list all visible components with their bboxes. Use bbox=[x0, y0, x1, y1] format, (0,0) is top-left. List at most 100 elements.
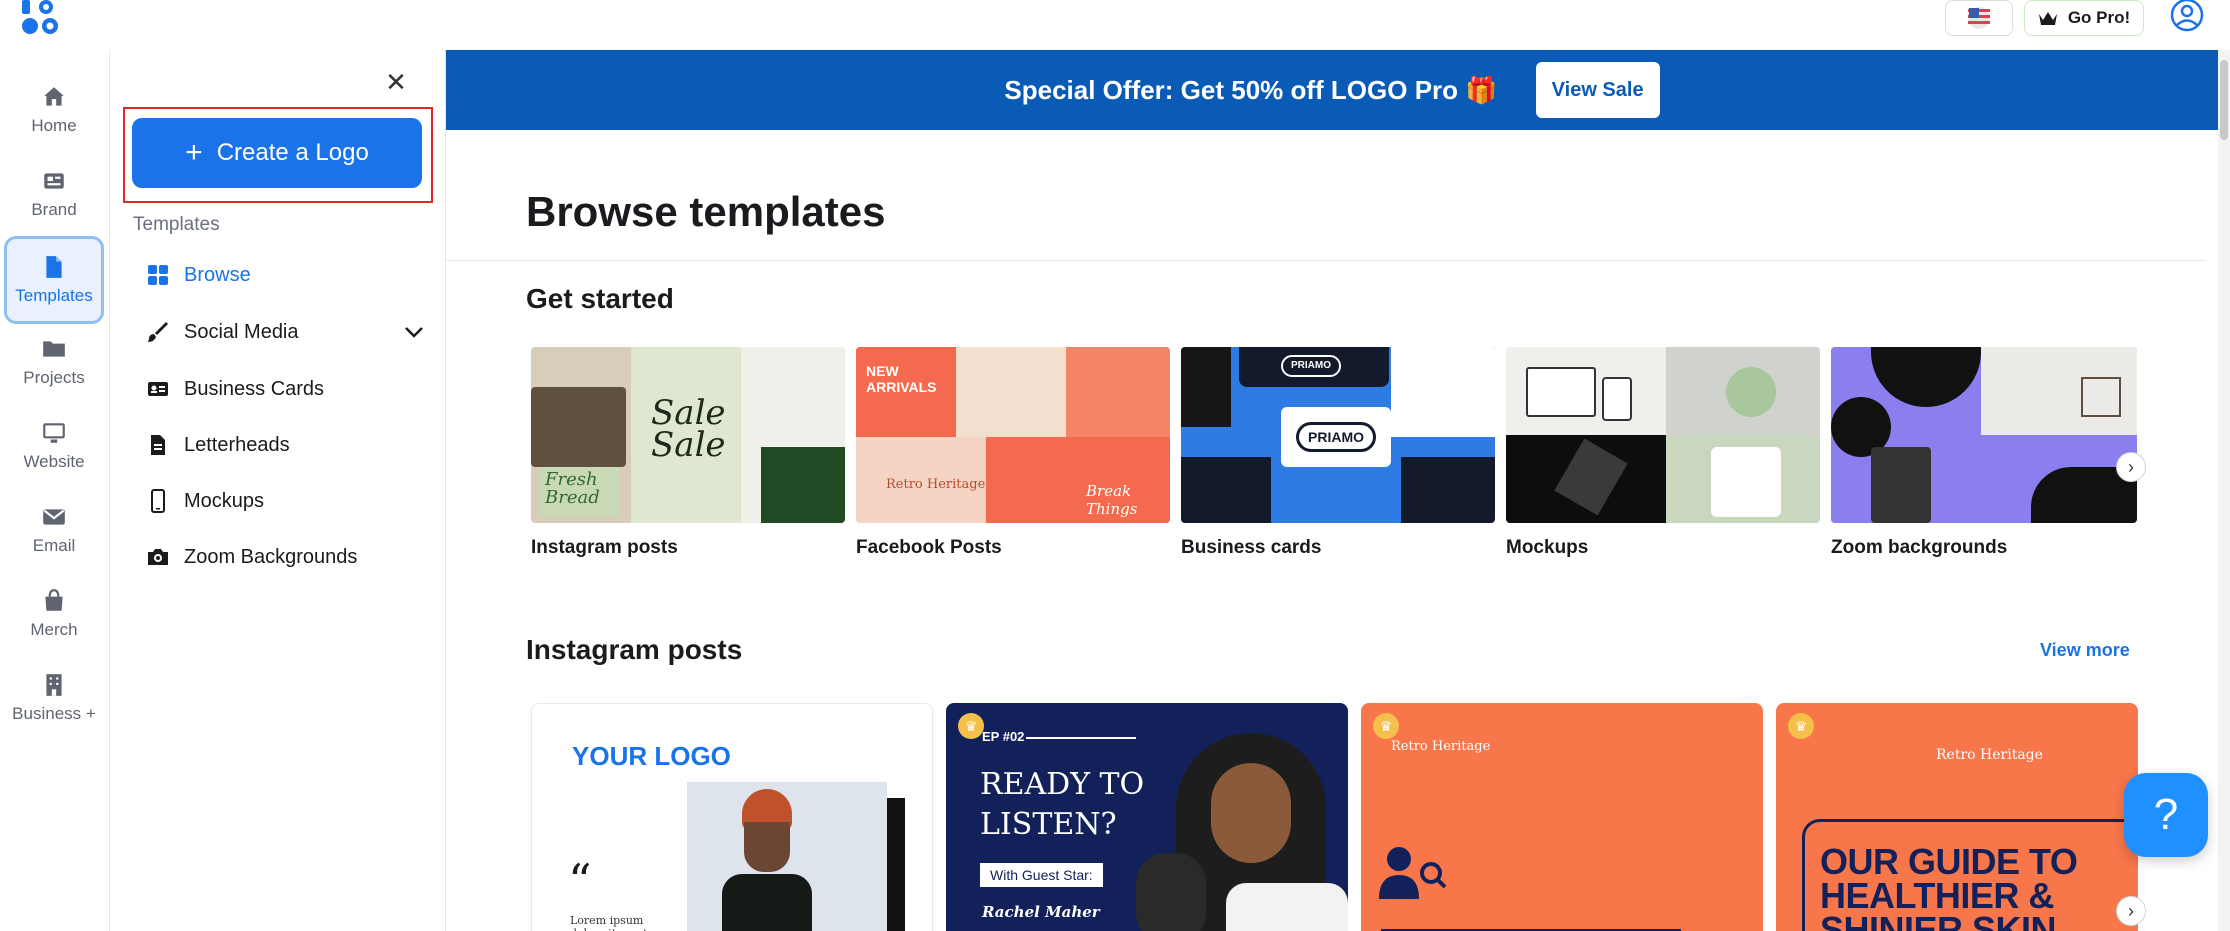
help-button[interactable]: ? bbox=[2124, 773, 2208, 857]
ig-template-card[interactable]: ♛ Retro Heritage bbox=[1361, 703, 1763, 931]
promo-banner: Special Offer: Get 50% off LOGO Pro 🎁 Vi… bbox=[446, 50, 2218, 130]
template-headline: READY TO LISTEN? bbox=[980, 767, 1145, 842]
carousel-next-icon[interactable]: › bbox=[2116, 452, 2146, 482]
rail-label: Templates bbox=[15, 286, 93, 305]
card-thumbnail: NEW ARRIVALS Retro Heritage Break Things bbox=[856, 347, 1170, 523]
building-icon bbox=[46, 674, 62, 696]
main-content: Special Offer: Get 50% off LOGO Pro 🎁 Vi… bbox=[446, 50, 2230, 931]
view-more-link[interactable]: View more bbox=[2040, 640, 2130, 661]
monitor-icon bbox=[43, 423, 65, 443]
card-facebook-posts[interactable]: NEW ARRIVALS Retro Heritage Break Things … bbox=[856, 347, 1170, 559]
top-bar: Go Pro! bbox=[0, 0, 2230, 50]
rail-item-templates[interactable]: Templates bbox=[4, 236, 104, 324]
page-scrollbar[interactable] bbox=[2218, 50, 2230, 931]
phone-icon bbox=[151, 489, 165, 513]
card-thumbnail bbox=[1506, 347, 1820, 523]
sidebar-item-label: Letterheads bbox=[184, 433, 290, 456]
shopping-bag-icon bbox=[45, 589, 63, 611]
sidebar-item-browse[interactable]: Browse bbox=[146, 255, 426, 295]
divider bbox=[446, 260, 2206, 261]
us-flag-icon bbox=[1968, 7, 1990, 29]
rail-item-home[interactable]: Home bbox=[4, 70, 104, 150]
close-icon[interactable]: ✕ bbox=[384, 69, 408, 95]
sidebar-item-label: Business Cards bbox=[184, 377, 325, 400]
id-card-icon bbox=[148, 382, 168, 396]
sidebar-item-label: Social Media bbox=[184, 320, 299, 343]
template-headline: OUR GUIDE TO HEALTHIER & SHINIER SKIN bbox=[1820, 841, 2078, 931]
home-icon bbox=[44, 87, 64, 106]
template-name: Rachel Maher bbox=[982, 903, 1100, 921]
view-sale-button[interactable]: View Sale bbox=[1535, 62, 1660, 118]
go-pro-label: Go Pro! bbox=[2067, 8, 2131, 27]
rail-label: Brand bbox=[31, 200, 77, 219]
template-body: Lorem ipsum dolor sit amet bbox=[570, 914, 648, 931]
crown-icon bbox=[2038, 12, 2057, 25]
ig-template-card[interactable]: ♛ EP #02 READY TO LISTEN? With Guest Sta… bbox=[946, 703, 1348, 931]
sidebar-item-label: Zoom Backgrounds bbox=[184, 545, 358, 568]
go-pro-button[interactable]: Go Pro! bbox=[2024, 0, 2144, 36]
sidebar-item-letterheads[interactable]: Letterheads bbox=[146, 425, 426, 465]
rail-item-merch[interactable]: Merch bbox=[4, 574, 104, 654]
user-avatar[interactable] bbox=[2168, 0, 2208, 34]
file-icon bbox=[151, 435, 165, 455]
card-thumbnail: Sale Sale Fresh Bread bbox=[531, 347, 845, 523]
card-label: Instagram posts bbox=[531, 537, 678, 558]
rail-item-business[interactable]: Business + bbox=[4, 658, 104, 738]
card-label: Mockups bbox=[1506, 537, 1589, 558]
template-headline: YOUR LOGO bbox=[572, 741, 731, 771]
create-logo-button[interactable]: + Create a Logo bbox=[132, 118, 422, 188]
sidebar-item-label: Browse bbox=[184, 263, 251, 286]
card-zoom-backgrounds[interactable]: Zoom backgrounds bbox=[1831, 347, 2137, 559]
rail-item-projects[interactable]: Projects bbox=[4, 322, 104, 402]
promo-text: Special Offer: Get 50% off LOGO Pro 🎁 bbox=[1004, 74, 1498, 105]
envelope-icon bbox=[43, 509, 65, 525]
rail-item-website[interactable]: Website bbox=[4, 406, 104, 486]
language-flag-button[interactable] bbox=[1945, 0, 2013, 36]
scrollbar-thumb[interactable] bbox=[2220, 60, 2228, 140]
sidebar-item-zoom-backgrounds[interactable]: Zoom Backgrounds bbox=[146, 537, 426, 577]
chevron-down-icon[interactable] bbox=[402, 320, 426, 344]
rail-label: Website bbox=[23, 452, 85, 471]
sidebar-item-label: Mockups bbox=[184, 489, 265, 512]
card-label: Facebook Posts bbox=[856, 537, 1002, 558]
ig-template-card[interactable]: ♛ Retro Heritage OUR GUIDE TO HEALTHIER … bbox=[1776, 703, 2138, 931]
carousel-next-icon[interactable]: › bbox=[2116, 896, 2146, 926]
card-instagram-posts[interactable]: Sale Sale Fresh Bread Instagram posts bbox=[531, 347, 845, 559]
card-label: Zoom backgrounds bbox=[1831, 537, 2008, 558]
template-tag: EP #02 bbox=[982, 729, 1025, 744]
ig-template-card[interactable]: YOUR LOGO “ Lorem ipsum dolor sit amet bbox=[531, 703, 933, 931]
crown-icon: ♛ bbox=[1788, 713, 1814, 739]
sidebar-item-mockups[interactable]: Mockups bbox=[146, 481, 426, 521]
grid-icon bbox=[148, 265, 168, 285]
rail-label: Business + bbox=[12, 704, 96, 723]
templates-sidebar: ✕ + Create a Logo Templates Browse Socia… bbox=[110, 50, 446, 931]
rail-label: Projects bbox=[23, 368, 85, 387]
page-title: Browse templates bbox=[526, 188, 886, 235]
card-thumbnail bbox=[1831, 347, 2137, 523]
icon-rail: Home Brand Templates Projects Website Em… bbox=[0, 50, 110, 931]
sidebar-item-business-cards[interactable]: Business Cards bbox=[146, 369, 426, 409]
get-started-title: Get started bbox=[526, 283, 674, 314]
rail-label: Email bbox=[32, 536, 76, 555]
card-mockups[interactable]: Mockups bbox=[1506, 347, 1820, 559]
sidebar-item-social-media[interactable]: Social Media bbox=[146, 312, 426, 352]
card-business-cards[interactable]: PRIAMO PRIAMO Business cards bbox=[1181, 347, 1495, 559]
logo[interactable] bbox=[20, 0, 64, 36]
crown-icon: ♛ bbox=[958, 713, 984, 739]
instagram-section-title: Instagram posts bbox=[526, 634, 743, 665]
templates-section-label: Templates bbox=[133, 214, 220, 235]
template-brand: Retro Heritage bbox=[1391, 739, 1491, 754]
rail-label: Home bbox=[31, 116, 77, 135]
create-logo-label: Create a Logo bbox=[216, 139, 369, 166]
template-sub: With Guest Star: bbox=[980, 863, 1103, 887]
rail-item-brand[interactable]: Brand bbox=[4, 154, 104, 234]
user-circle-icon bbox=[2170, 0, 2204, 32]
rail-item-email[interactable]: Email bbox=[4, 490, 104, 570]
brand-icon bbox=[44, 173, 64, 189]
template-brand: Retro Heritage bbox=[1936, 747, 2043, 763]
card-label: Business cards bbox=[1181, 537, 1322, 558]
user-search-icon bbox=[1379, 847, 1447, 899]
crown-icon: ♛ bbox=[1373, 713, 1399, 739]
rail-label: Merch bbox=[30, 620, 78, 639]
document-icon bbox=[46, 256, 62, 278]
